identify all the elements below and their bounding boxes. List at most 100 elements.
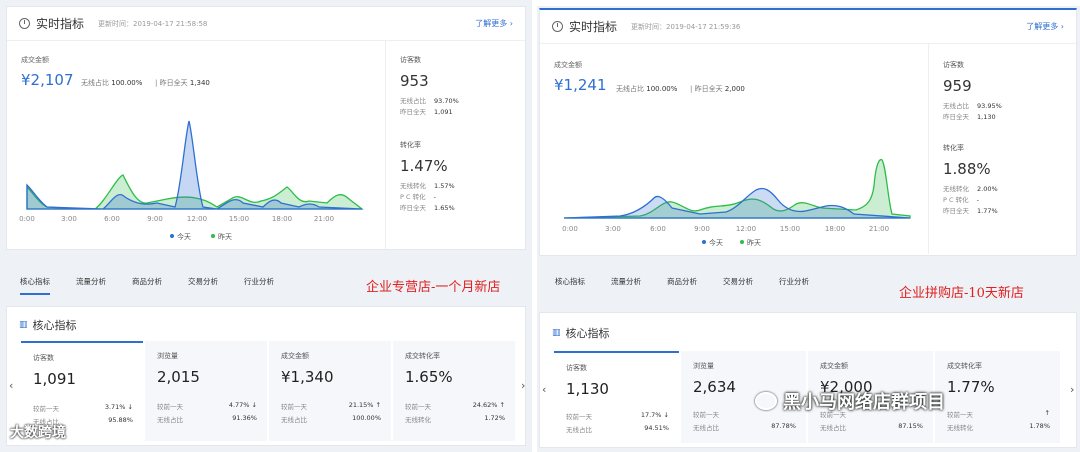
realtime-header: 实时指标 更新时间：2019-04-17 21:58:58 了解更多 › <box>7 7 525 41</box>
kpi-share: 无线转化 1.72% <box>405 414 505 424</box>
tab-industry[interactable]: 行业分析 <box>244 276 274 287</box>
store-annotation: 企业拼购店-10天新店 <box>899 286 1024 301</box>
gmv-yesterday: | 昨日全天 2,000 <box>690 85 745 93</box>
visitors-value: 953 <box>400 72 429 90</box>
kpi-card[interactable]: 成交金额 ¥1,340 较前一天 21.15% ↑ 无线占比 100.00% <box>269 341 391 441</box>
x-tick: 0:00 <box>19 215 35 223</box>
conversion-label: 转化率 <box>400 141 421 149</box>
kpi-card[interactable]: 成交转化率 1.77% 较前一天 ↑ 无线转化 1.78% <box>935 351 1060 443</box>
kpi-name: 成交转化率 <box>405 352 440 360</box>
kpi-name: 成交金额 <box>820 362 848 370</box>
tab-traffic[interactable]: 流量分析 <box>76 276 106 287</box>
x-tick: 9:00 <box>694 225 710 233</box>
update-time: 更新时间：2019-04-17 21:58:58 <box>98 19 208 28</box>
gmv-wireless: 无线占比 100.00% <box>616 85 678 93</box>
gmv-value: ¥2,107 <box>21 71 74 89</box>
legend-yday-dot <box>740 240 744 244</box>
store-annotation: 企业专营店-一个月新店 <box>366 280 501 295</box>
x-tick: 18:00 <box>825 225 845 233</box>
tab-industry[interactable]: 行业分析 <box>779 276 809 287</box>
gmv-value: ¥1,241 <box>554 76 607 94</box>
conversion-value: 1.47% <box>400 157 448 175</box>
kpi-share: 无线占比 94.51% <box>566 424 669 434</box>
kpi-compare: 较前一天 24.62% ↑ <box>405 401 505 411</box>
kpi-card[interactable]: 访客数 1,130 较前一天 17.7% ↓ 无线占比 94.51% <box>554 351 679 443</box>
right-screenshot: 实时指标 更新时间：2019-04-17 21:59:36 了解更多 › 成交金… <box>537 6 1080 452</box>
next-arrow[interactable]: › <box>1070 383 1074 396</box>
kpi-value: ¥1,340 <box>281 368 334 386</box>
bar-chart-icon: ▥ <box>552 328 561 338</box>
kpi-compare: 较前一天 3.71% ↓ <box>33 403 133 413</box>
visitors-label: 访客数 <box>943 61 964 69</box>
kpi-share: 无线占比 100.00% <box>281 414 381 424</box>
watermark-logo: 黑小马网络店群项目 <box>755 388 945 414</box>
legend-today-dot <box>170 234 174 238</box>
prev-arrow[interactable]: ‹ <box>542 383 546 396</box>
kpi-name: 成交转化率 <box>947 362 982 370</box>
gmv-wireless: 无线占比 100.00% <box>81 79 143 87</box>
realtime-panel: 实时指标 更新时间：2019-04-17 21:58:58 了解更多 › 成交金… <box>6 6 526 250</box>
kpi-value: 1,130 <box>566 380 609 398</box>
prev-arrow[interactable]: ‹ <box>9 379 13 392</box>
tab-product[interactable]: 商品分析 <box>667 276 697 287</box>
legend-today: 今天 <box>177 232 191 241</box>
visitors-wireless: 无线占比 93.70% <box>400 97 459 105</box>
realtime-side-stats: 访客数 959 无线占比 93.95% 昨日全天 1,130 转化率 1.88% 无… <box>928 44 1076 254</box>
x-tick: 12:00 <box>187 215 207 223</box>
tab-traffic[interactable]: 流量分析 <box>611 276 641 287</box>
realtime-chart: 0:00 3:00 6:00 9:00 12:00 15:00 18:00 21… <box>562 158 911 247</box>
x-tick: 3:00 <box>605 225 621 233</box>
tab-core[interactable]: 核心指标 <box>555 276 585 287</box>
realtime-chart: 0:00 3:00 6:00 9:00 12:00 15:00 18:00 21… <box>19 120 364 241</box>
conv-yesterday: 昨日全天 1.65% <box>400 204 455 212</box>
visitors-label: 访客数 <box>400 56 421 64</box>
kpi-name: 成交金额 <box>281 352 309 360</box>
learn-more-link[interactable]: 了解更多 › <box>475 18 513 29</box>
analysis-tabs: 核心指标 流量分析 商品分析 交易分析 行业分析 <box>20 268 300 295</box>
tab-trade[interactable]: 交易分析 <box>188 276 218 287</box>
conv-yesterday: 昨日全天 1.77% <box>943 207 998 215</box>
legend-yesterday: 昨天 <box>218 232 232 241</box>
analysis-tabs: 核心指标 流量分析 商品分析 交易分析 行业分析 <box>555 276 835 287</box>
kpi-share: 无线占比 87.15% <box>820 422 923 432</box>
legend-today: 今天 <box>709 238 723 247</box>
core-metrics-panel: ▥ 核心指标 ‹ › 访客数 1,091 较前一天 3.71% ↓ 无线占比 95.88… <box>6 306 526 446</box>
kpi-compare: 较前一天 21.15% ↑ <box>281 401 381 411</box>
conversion-value: 1.88% <box>943 160 991 178</box>
visitors-value: 959 <box>943 77 972 95</box>
tab-trade[interactable]: 交易分析 <box>723 276 753 287</box>
visitors-yesterday: 昨日全天 1,091 <box>400 108 453 116</box>
realtime-side-stats: 访客数 953 无线占比 93.70% 昨日全天 1,091 转化率 1.47% 无… <box>385 41 526 249</box>
conv-wireless: 无线转化 2.00% <box>943 185 998 193</box>
x-tick: 6:00 <box>650 225 666 233</box>
kpi-compare: 较前一天 ↑ <box>947 409 1050 419</box>
tab-core[interactable]: 核心指标 <box>20 276 50 295</box>
realtime-header: 实时指标 更新时间：2019-04-17 21:59:36 了解更多 › <box>540 10 1076 44</box>
visitors-yesterday: 昨日全天 1,130 <box>943 113 996 121</box>
kpi-value: 1,091 <box>33 370 76 388</box>
learn-more-link[interactable]: 了解更多 › <box>1026 21 1064 32</box>
bar-chart-icon: ▥ <box>19 320 28 330</box>
x-tick: 6:00 <box>104 215 120 223</box>
next-arrow[interactable]: › <box>521 379 525 392</box>
watermark-text: 大数跨境 <box>10 425 66 441</box>
kpi-compare: 较前一天 4.77% ↓ <box>157 401 257 411</box>
kpi-card[interactable]: 成交转化率 1.65% 较前一天 24.62% ↑ 无线转化 1.72% <box>393 341 515 441</box>
kpi-card[interactable]: 浏览量 2,015 较前一天 4.77% ↓ 无线占比 91.36% <box>145 341 267 441</box>
kpi-name: 访客数 <box>33 354 54 362</box>
core-metrics-title: ▥ 核心指标 <box>19 319 77 332</box>
realtime-title: 实时指标 <box>569 20 618 34</box>
realtime-title: 实时指标 <box>36 17 85 31</box>
kpi-value: 2,634 <box>693 378 736 396</box>
conv-pc: P C 转化 - <box>943 196 979 204</box>
x-tick: 12:00 <box>736 225 756 233</box>
x-tick: 3:00 <box>61 215 77 223</box>
clock-icon <box>552 21 563 32</box>
visitors-wireless: 无线占比 93.95% <box>943 102 1002 110</box>
tab-product[interactable]: 商品分析 <box>132 276 162 287</box>
gmv-label: 成交金额 <box>554 61 582 69</box>
x-tick: 15:00 <box>780 225 800 233</box>
legend-yesterday: 昨天 <box>747 238 761 247</box>
x-tick: 0:00 <box>562 225 578 233</box>
gmv-label: 成交金额 <box>21 56 49 64</box>
